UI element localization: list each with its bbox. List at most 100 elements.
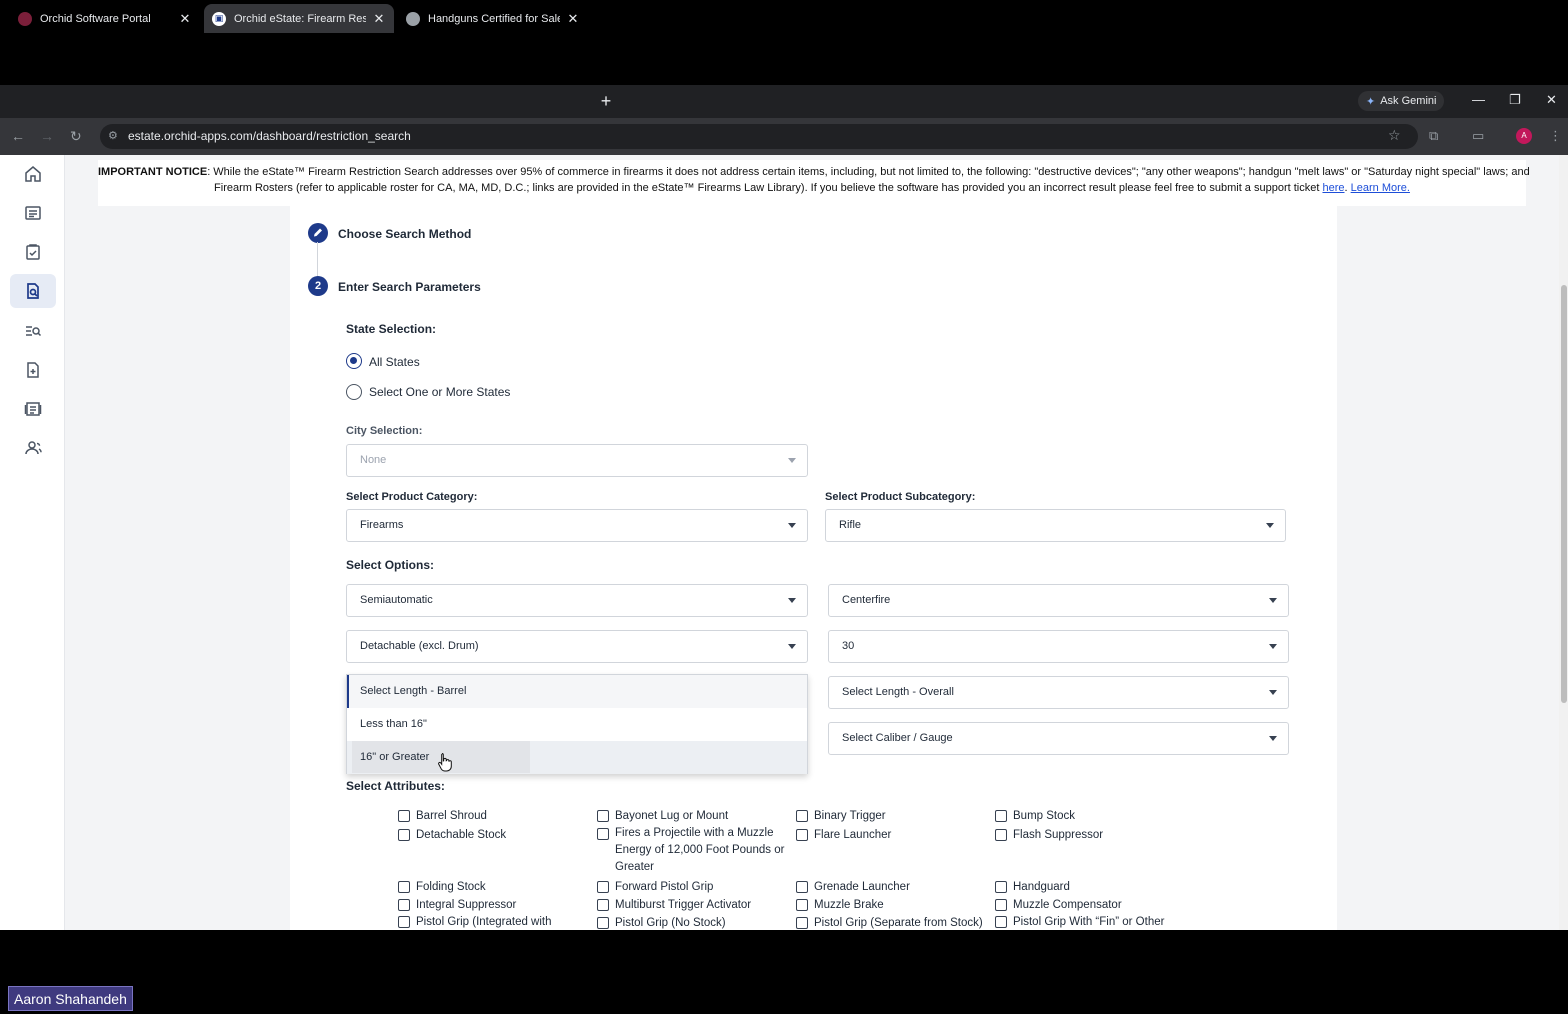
magazine-select[interactable]: Detachable (excl. Drum): [346, 630, 808, 663]
binary-trigger-checkbox[interactable]: [796, 810, 808, 822]
folding-stock-label[interactable]: Folding Stock: [416, 879, 486, 896]
detachable-stock-label[interactable]: Detachable Stock: [416, 827, 506, 844]
action-select[interactable]: Semiautomatic: [346, 584, 808, 617]
side-panel-icon[interactable]: ▭: [1472, 128, 1484, 144]
document-search-icon[interactable]: [10, 274, 56, 308]
learn-more-link[interactable]: Learn More.: [1351, 182, 1410, 194]
chevron-down-icon: [1269, 644, 1277, 649]
pistol-grip-integrated-checkbox[interactable]: [398, 916, 410, 928]
pistol-grip-fin-checkbox[interactable]: [995, 916, 1007, 928]
forward-pistol-grip-checkbox[interactable]: [597, 881, 609, 893]
integral-suppressor-checkbox[interactable]: [398, 899, 410, 911]
flash-suppressor-label[interactable]: Flash Suppressor: [1013, 827, 1103, 844]
product-subcategory-select[interactable]: Rifle: [825, 509, 1286, 542]
close-tab-icon[interactable]: ✕: [566, 11, 580, 27]
home-icon[interactable]: [22, 163, 44, 185]
pistol-grip-no-stock-label[interactable]: Pistol Grip (No Stock): [615, 915, 726, 930]
detachable-stock-checkbox[interactable]: [398, 829, 410, 841]
url-text[interactable]: estate.orchid-apps.com/dashboard/restric…: [128, 129, 411, 143]
muzzle-compensator-label[interactable]: Muzzle Compensator: [1013, 897, 1122, 914]
step-choose-search-method[interactable]: Choose Search Method: [338, 227, 471, 241]
muzzle-brake-label[interactable]: Muzzle Brake: [814, 897, 884, 914]
folding-stock-checkbox[interactable]: [398, 881, 410, 893]
capacity-select[interactable]: 30: [828, 630, 1289, 663]
muzzle-brake-checkbox[interactable]: [796, 899, 808, 911]
all-states-label[interactable]: All States: [369, 355, 420, 369]
handguard-label[interactable]: Handguard: [1013, 879, 1070, 896]
forward-arrow-icon[interactable]: →: [40, 128, 54, 144]
close-tab-icon[interactable]: ✕: [178, 11, 192, 27]
newspaper-icon[interactable]: [22, 202, 44, 224]
integral-suppressor-label[interactable]: Integral Suppressor: [416, 897, 516, 914]
bayonet-lug-checkbox[interactable]: [597, 810, 609, 822]
ask-gemini-button[interactable]: ✦ Ask Gemini: [1358, 91, 1445, 111]
profile-avatar[interactable]: A: [1516, 128, 1532, 144]
tab-estate-restriction[interactable]: ▣ Orchid eState: Firearm Restrictio ✕: [204, 4, 394, 33]
reload-icon[interactable]: ↻: [70, 128, 82, 145]
step-1-edit-icon: [308, 223, 328, 243]
report-icon[interactable]: [22, 398, 44, 420]
chevron-down-icon: [788, 458, 796, 463]
barrel-option-less-than-16[interactable]: Less than 16": [347, 708, 807, 741]
muzzle-energy-label[interactable]: Fires a Projectile with a Muzzle Energy …: [615, 825, 800, 876]
bump-stock-label[interactable]: Bump Stock: [1013, 808, 1075, 825]
all-states-radio[interactable]: [346, 353, 362, 369]
minimize-icon[interactable]: —: [1472, 92, 1485, 107]
flare-launcher-label[interactable]: Flare Launcher: [814, 827, 891, 844]
barrel-shroud-checkbox[interactable]: [398, 810, 410, 822]
grenade-launcher-checkbox[interactable]: [796, 881, 808, 893]
clipboard-check-icon[interactable]: [22, 241, 44, 263]
extensions-icon[interactable]: ⧉: [1429, 128, 1438, 144]
chevron-down-icon: [788, 644, 796, 649]
add-document-icon[interactable]: [22, 359, 44, 381]
forward-pistol-grip-label[interactable]: Forward Pistol Grip: [615, 879, 713, 896]
flash-suppressor-checkbox[interactable]: [995, 829, 1007, 841]
important-notice: IMPORTANT NOTICE: While the eState™ Fire…: [98, 160, 1530, 206]
scrollbar-thumb[interactable]: [1561, 285, 1567, 703]
estate-favicon-icon: ▣: [212, 11, 226, 26]
select-states-label[interactable]: Select One or More States: [369, 385, 510, 399]
support-ticket-link[interactable]: here: [1322, 182, 1344, 194]
pistol-grip-no-stock-checkbox[interactable]: [597, 917, 609, 929]
muzzle-energy-checkbox[interactable]: [597, 828, 609, 840]
new-tab-button[interactable]: +: [596, 92, 616, 112]
user-group-icon[interactable]: [22, 437, 44, 459]
pistol-grip-integrated-label[interactable]: Pistol Grip (Integrated with: [416, 914, 552, 930]
select-states-radio[interactable]: [346, 384, 362, 400]
barrel-length-placeholder[interactable]: Select Length - Barrel: [347, 675, 807, 708]
product-category-select[interactable]: Firearms: [346, 509, 808, 542]
ignition-select[interactable]: Centerfire: [828, 584, 1289, 617]
barrel-option-16-or-greater-label[interactable]: 16" or Greater: [360, 741, 429, 773]
muzzle-compensator-checkbox[interactable]: [995, 899, 1007, 911]
chevron-down-icon: [788, 523, 796, 528]
bump-stock-checkbox[interactable]: [995, 810, 1007, 822]
caliber-select[interactable]: Select Caliber / Gauge: [828, 722, 1289, 755]
handguard-checkbox[interactable]: [995, 881, 1007, 893]
web-page: IMPORTANT NOTICE: While the eState™ Fire…: [0, 155, 1568, 930]
globe-favicon-icon: [406, 11, 420, 26]
binary-trigger-label[interactable]: Binary Trigger: [814, 808, 886, 825]
list-search-icon[interactable]: [22, 320, 44, 342]
barrel-shroud-label[interactable]: Barrel Shroud: [416, 808, 487, 825]
restore-icon[interactable]: ❐: [1509, 92, 1521, 108]
site-info-icon[interactable]: ⚙: [108, 129, 120, 142]
multiburst-trigger-checkbox[interactable]: [597, 899, 609, 911]
bookmark-star-icon[interactable]: ☆: [1388, 127, 1401, 144]
tab-handguns-certified[interactable]: Handguns Certified for Sale | St ✕: [398, 4, 588, 33]
close-tab-icon[interactable]: ✕: [372, 11, 386, 27]
tab-orchid-portal[interactable]: Orchid Software Portal ✕: [10, 4, 200, 33]
city-select[interactable]: None: [346, 444, 808, 477]
pistol-grip-separate-label[interactable]: Pistol Grip (Separate from Stock): [814, 915, 983, 930]
length-overall-select[interactable]: Select Length - Overall: [828, 676, 1289, 709]
pistol-grip-fin-label[interactable]: Pistol Grip With “Fin” or Other: [1013, 914, 1164, 930]
multiburst-trigger-label[interactable]: Multiburst Trigger Activator: [615, 897, 751, 914]
bayonet-lug-label[interactable]: Bayonet Lug or Mount: [615, 808, 728, 825]
step-2-number: 2: [308, 276, 328, 296]
menu-kebab-icon[interactable]: ⋮: [1549, 128, 1562, 144]
grenade-launcher-label[interactable]: Grenade Launcher: [814, 879, 910, 896]
pistol-grip-separate-checkbox[interactable]: [796, 917, 808, 929]
step-enter-search-parameters: Enter Search Parameters: [338, 280, 481, 294]
close-window-icon[interactable]: ✕: [1546, 92, 1557, 108]
flare-launcher-checkbox[interactable]: [796, 829, 808, 841]
back-arrow-icon[interactable]: ←: [11, 128, 25, 144]
